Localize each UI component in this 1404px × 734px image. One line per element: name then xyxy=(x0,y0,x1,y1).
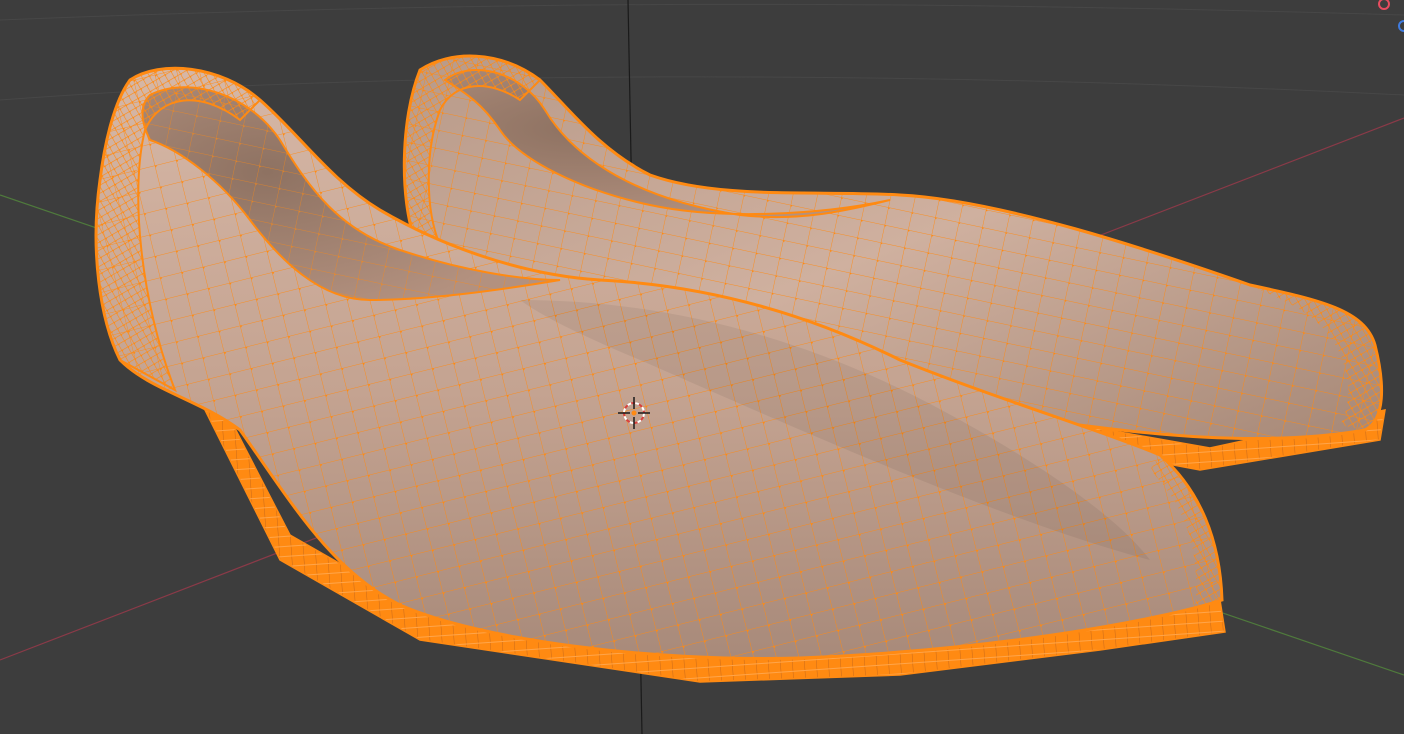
3d-viewport[interactable] xyxy=(0,0,1404,734)
viewport-canvas[interactable] xyxy=(0,0,1404,734)
gizmo-y-axis-dot[interactable] xyxy=(1398,20,1404,32)
